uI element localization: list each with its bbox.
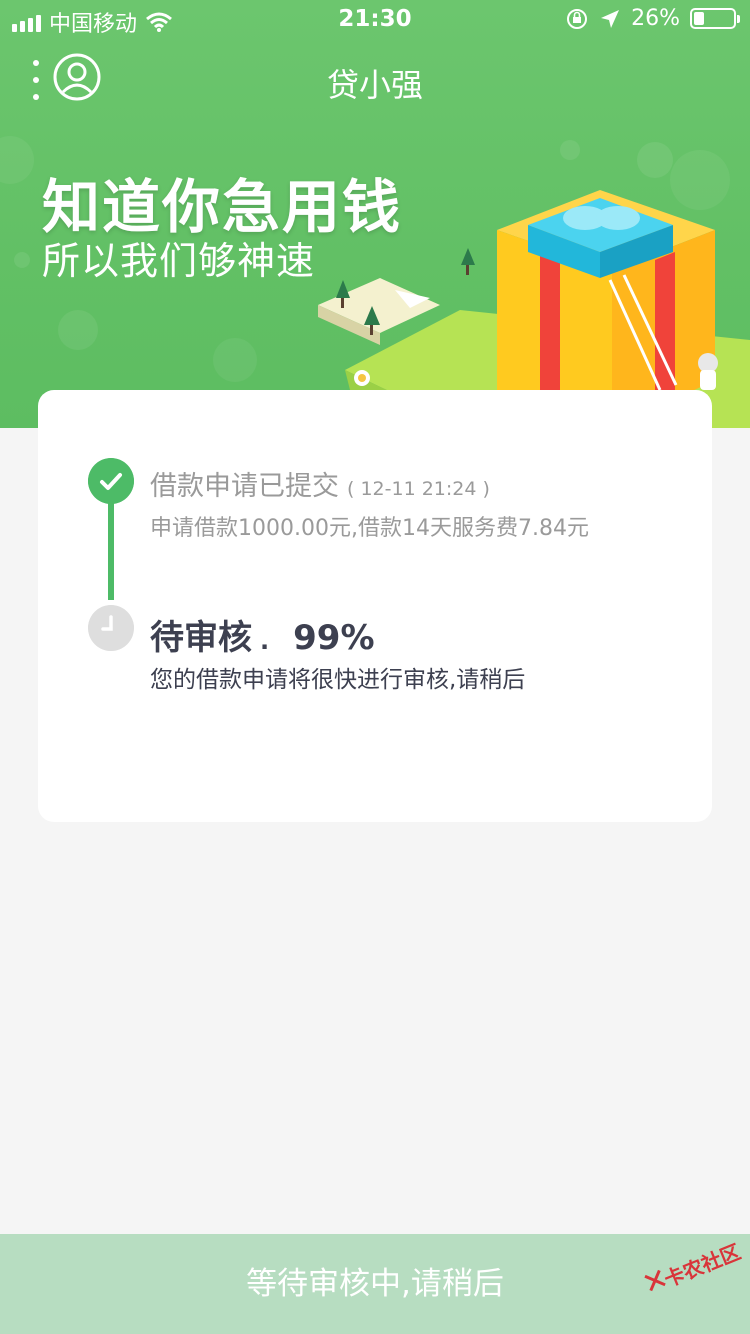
step-submitted-time: ( 12-11 21:24 ) xyxy=(347,478,490,500)
nav-bar: 贷小强 xyxy=(0,44,750,114)
step-pending-label: 待审核 xyxy=(150,618,252,658)
orientation-lock-icon xyxy=(567,8,588,29)
step-submitted-label: 借款申请已提交 xyxy=(150,471,339,502)
page-title: 贷小强 xyxy=(326,66,423,104)
battery-percent: 26% xyxy=(631,6,680,31)
hero-subtitle: 所以我们够神速 xyxy=(42,239,316,283)
watermark-text: 卡农社区 xyxy=(660,1239,744,1292)
step-pending-title: 待审核. 99% xyxy=(150,610,375,659)
loan-status-card: 借款申请已提交 ( 12-11 21:24 ) 申请借款1000.00元,借款14… xyxy=(38,390,712,822)
location-icon xyxy=(601,9,620,28)
hero-banner: 中国移动 21:30 26% 贷小强 知道你急用钱 所以我们够神速 xyxy=(0,0,750,428)
status-bar: 中国移动 21:30 26% xyxy=(0,0,750,40)
battery-icon xyxy=(690,8,740,29)
review-progress-percent: 99% xyxy=(293,618,375,658)
step-pending-dot: . xyxy=(260,627,270,655)
step-pending-description: 您的借款申请将很快进行审核,请稍后 xyxy=(150,667,526,693)
step-submitted-description: 申请借款1000.00元,借款14天服务费7.84元 xyxy=(150,516,589,541)
step-submitted-title: 借款申请已提交 ( 12-11 21:24 ) xyxy=(150,464,490,503)
check-icon xyxy=(88,458,134,504)
clock-icon xyxy=(88,605,134,651)
waiting-review-button[interactable]: 等待审核中,请稍后 xyxy=(0,1234,750,1334)
progress-connector xyxy=(108,490,114,600)
